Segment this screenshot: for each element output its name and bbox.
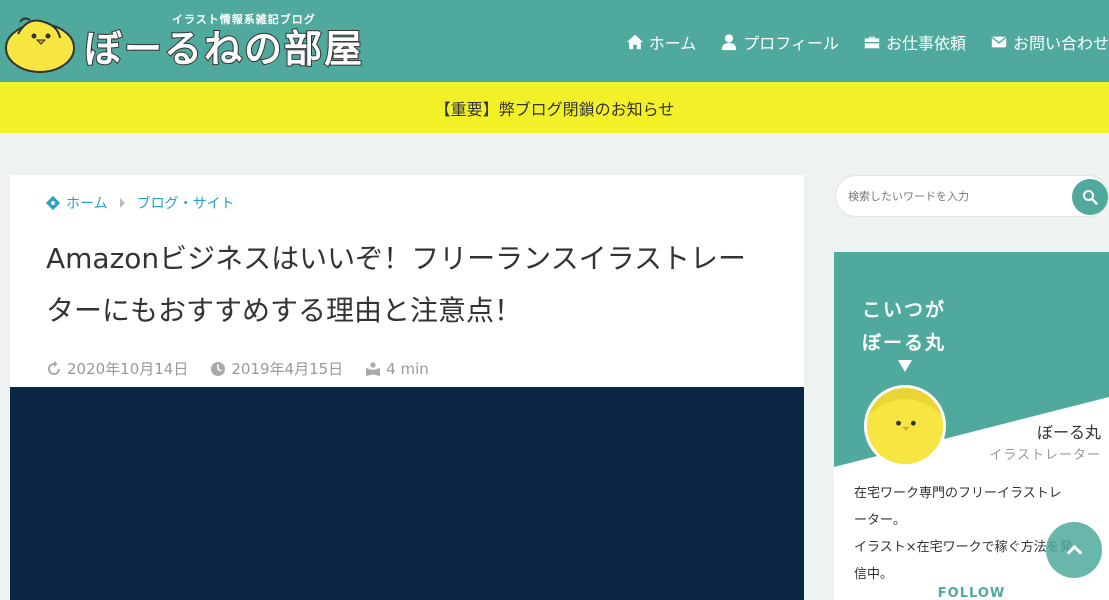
profile-catchphrase: こいつが ぼーる丸 — [862, 294, 946, 360]
site-header: イラスト情報系雑記ブログ ぼーるねの部屋 ホーム プロフィール お仕事依頼 お問… — [0, 0, 1109, 82]
notice-text: 【重要】弊ブログ閉鎖のお知らせ — [434, 99, 675, 119]
search-icon — [1083, 190, 1098, 205]
nav-home-label: ホーム — [648, 34, 697, 53]
read-time: 4 min — [365, 358, 429, 379]
user-icon — [722, 34, 737, 51]
chick-logo-icon[interactable] — [4, 12, 76, 74]
nav-profile[interactable]: プロフィール — [720, 30, 839, 54]
eyecatch-image — [10, 387, 804, 600]
briefcase-icon — [864, 36, 880, 49]
updated-date-text: 2020年10月14日 — [67, 360, 189, 378]
article-meta: 2020年10月14日 2019年4月15日 4 min — [46, 358, 429, 379]
site-subtitle: イラスト情報系雑記ブログ — [172, 13, 316, 26]
nav-profile-label: プロフィール — [743, 34, 839, 53]
breadcrumb-category[interactable]: ブログ・サイト — [137, 193, 235, 213]
global-nav: ホーム プロフィール お仕事依頼 お問い合わせ — [626, 30, 1109, 54]
nav-contact[interactable]: お問い合わせ — [990, 30, 1109, 54]
avatar — [864, 385, 946, 467]
book-reading-icon — [366, 361, 381, 376]
refresh-icon — [48, 360, 60, 375]
profile-description-line1: 在宅ワーク専門のフリーイラストレ — [854, 486, 1062, 501]
profile-name: ぼーる丸 — [1036, 423, 1101, 442]
nav-work-request[interactable]: お仕事依頼 — [863, 30, 966, 54]
down-arrow-icon — [898, 360, 912, 372]
published-date: 2019年4月15日 — [210, 358, 343, 379]
article-title: Amazonビジネスはいいぞ！フリーランスイラストレーターにもおすすめする理由と… — [46, 242, 747, 327]
clock-icon — [211, 361, 226, 376]
home-icon — [626, 34, 643, 50]
notice-bar[interactable]: 【重要】弊ブログ閉鎖のお知らせ — [0, 82, 1109, 133]
breadcrumb-home[interactable]: ホーム — [66, 193, 108, 213]
breadcrumb-separator-icon — [119, 198, 125, 208]
published-date-text: 2019年4月15日 — [231, 360, 344, 378]
site-title[interactable]: ぼーるねの部屋 — [83, 26, 364, 72]
nav-work-request-label: お仕事依頼 — [885, 34, 966, 53]
envelope-icon — [991, 36, 1007, 48]
profile-catchphrase-line2: ぼーる丸 — [862, 332, 947, 354]
scroll-to-top-button[interactable] — [1046, 522, 1102, 578]
profile-role: イラストレーター — [989, 448, 1101, 463]
read-time-text: 4 min — [386, 359, 429, 378]
nav-home[interactable]: ホーム — [626, 30, 697, 54]
follow-heading: FOLLOW — [937, 586, 1006, 600]
search-input[interactable] — [848, 186, 1068, 206]
updated-date: 2020年10月14日 — [46, 358, 188, 379]
breadcrumb: ホーム ブログ・サイト — [46, 193, 235, 213]
home-diamond-icon — [46, 196, 60, 210]
nav-contact-label: お問い合わせ — [1012, 34, 1109, 53]
article-card: ホーム ブログ・サイト Amazonビジネスはいいぞ！フリーランスイラストレータ… — [10, 175, 804, 600]
sidebar-search — [835, 175, 1109, 217]
profile-catchphrase-line1: こいつが — [862, 299, 947, 321]
chick-avatar-icon — [867, 388, 943, 464]
search-button[interactable] — [1072, 179, 1108, 215]
